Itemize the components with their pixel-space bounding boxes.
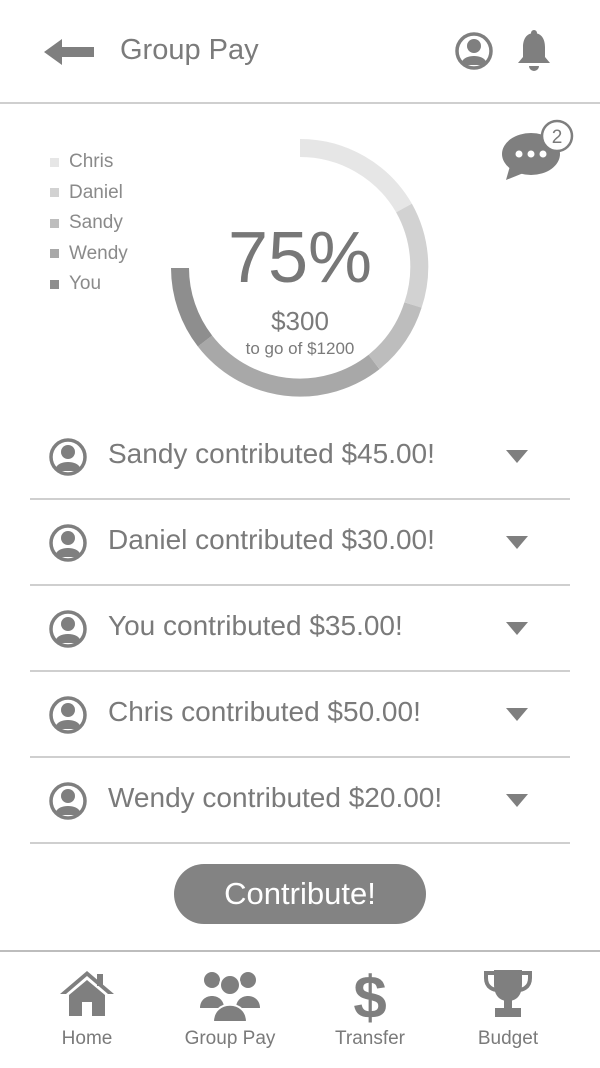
app-header: Group Pay [0,0,600,104]
legend-item: Wendy [50,239,128,270]
legend-label: Chris [69,151,114,173]
chat-icon[interactable]: 2 [500,118,578,184]
legend-label: Daniel [69,181,123,203]
chevron-down-icon[interactable] [506,794,528,808]
legend-item: You [50,269,128,300]
tab-home[interactable]: Home [17,952,157,1068]
user-avatar-icon [49,524,87,562]
tab-budget[interactable]: Budget [438,952,578,1068]
trophy-icon [484,970,532,1017]
user-avatar-icon [49,438,87,476]
legend-item: Sandy [50,208,128,239]
legend-item: Chris [50,147,128,178]
contribution-row[interactable]: Sandy contributed $45.00! [30,414,570,500]
profile-icon[interactable] [454,31,494,71]
back-arrow-icon[interactable] [44,36,96,68]
remaining-amount: $300 [271,306,329,336]
chart-legend: Chris Daniel Sandy Wendy You [50,147,128,300]
ring-segment-chris [299,138,412,213]
contribute-button[interactable]: Contribute! [174,864,426,924]
tab-label: Budget [477,1028,539,1049]
dollar-icon: $ [353,968,386,1024]
chat-badge-count: 2 [552,127,563,148]
bell-icon[interactable] [514,29,554,73]
home-icon [60,971,114,1016]
chevron-down-icon[interactable] [506,450,528,464]
bottom-tab-bar: Home Group Pay $ Transfer Budget [0,950,600,1068]
svg-text:$: $ [353,968,386,1024]
page-title: Group Pay [120,34,259,66]
legend-item: Daniel [50,178,128,209]
user-avatar-icon [49,696,87,734]
legend-swatch [50,249,59,259]
chevron-down-icon[interactable] [506,622,528,636]
tab-transfer[interactable]: $ Transfer [300,952,440,1068]
legend-label: Wendy [69,242,128,264]
progress-percent: 75% [227,218,373,298]
legend-swatch [50,157,59,167]
contribution-row[interactable]: Daniel contributed $30.00! [30,500,570,586]
contribution-row[interactable]: Wendy contributed $20.00! [30,758,570,844]
legend-swatch [50,279,59,289]
legend-label: You [69,273,102,295]
remaining-subtitle: to go of $1200 [245,339,355,358]
contribution-text: You contributed $35.00! [108,610,403,641]
contribution-row[interactable]: You contributed $35.00! [30,586,570,672]
group-icon [200,972,260,1022]
tab-label: Transfer [334,1028,406,1049]
chevron-down-icon[interactable] [506,536,528,550]
legend-swatch [50,188,59,198]
user-avatar-icon [49,610,87,648]
contribution-text: Sandy contributed $45.00! [108,438,435,469]
tab-label: Group Pay [184,1028,276,1049]
contribution-text: Daniel contributed $30.00! [108,524,435,555]
tab-label: Home [61,1028,113,1049]
tab-group-pay[interactable]: Group Pay [160,952,300,1068]
chevron-down-icon[interactable] [506,708,528,722]
user-avatar-icon [49,782,87,820]
contribution-text: Wendy contributed $20.00! [108,782,443,813]
contribution-row[interactable]: Chris contributed $50.00! [30,672,570,758]
legend-label: Sandy [69,212,123,234]
contribution-text: Chris contributed $50.00! [108,696,421,727]
contribution-list: Sandy contributed $45.00! Daniel contrib… [30,414,570,844]
legend-swatch [50,218,59,228]
